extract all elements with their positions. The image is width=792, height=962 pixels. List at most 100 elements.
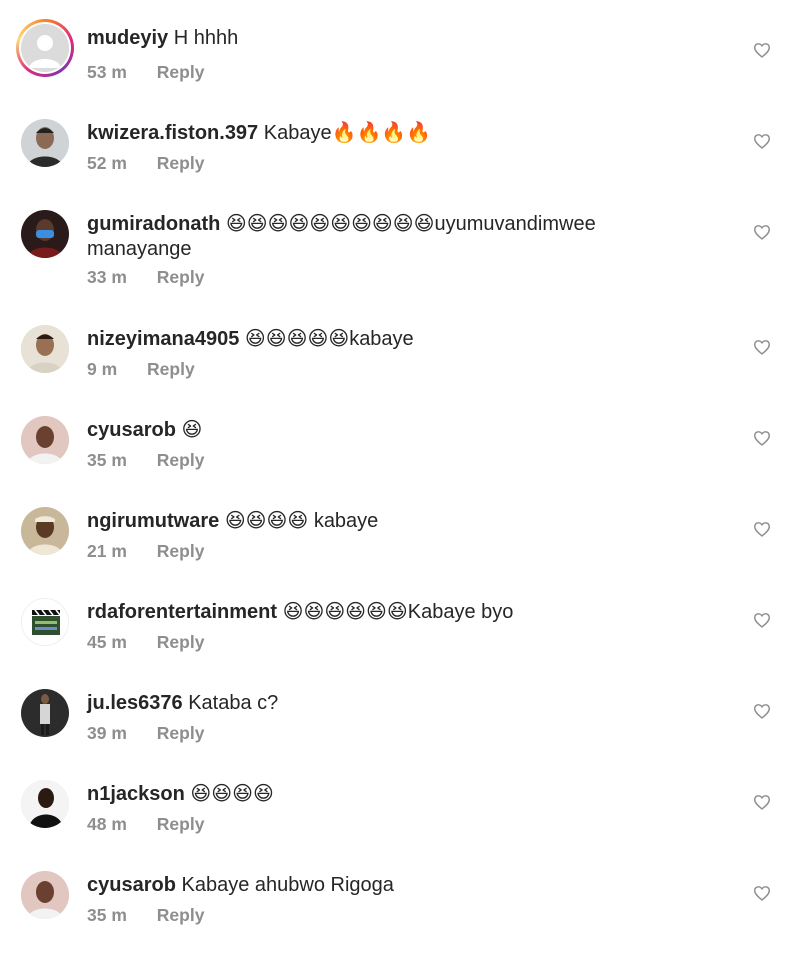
avatar[interactable] (21, 325, 69, 373)
heart-outline-icon[interactable] (753, 430, 771, 446)
comment-item: rdaforentertainment 😆😆😆😆😆😆Kabaye byo 45 … (0, 598, 792, 689)
comment-username[interactable]: kwizera.fiston.397 (87, 122, 258, 144)
comment-meta: 33 m Reply (87, 267, 204, 288)
fire-emoji: 🔥 (406, 122, 432, 144)
comment-meta: 35 m Reply (87, 450, 204, 471)
laughing-emoji: 😆 (211, 783, 233, 805)
laughing-emoji: 😆 (232, 783, 253, 805)
comment-username[interactable]: ngirumutware (87, 510, 219, 532)
fire-emoji: 🔥 (331, 122, 357, 144)
fire-emoji: 🔥 (381, 122, 407, 144)
heart-outline-icon[interactable] (753, 224, 771, 240)
comment-meta: 21 m Reply (87, 541, 204, 562)
comment-body: kabaye (313, 510, 379, 532)
user-photo-icon (21, 210, 69, 258)
heart-outline-icon[interactable] (753, 612, 771, 628)
comment-username[interactable]: n1jackson (87, 783, 185, 805)
laughing-emoji: 😆 (265, 328, 287, 350)
comment-meta: 9 m Reply (87, 359, 195, 380)
comment-meta: 39 m Reply (87, 723, 204, 744)
clapperboard-logo-icon (22, 599, 68, 645)
comment-text: cyusarob 😆 (87, 418, 722, 443)
comment-time: 39 m (87, 723, 127, 743)
reply-button[interactable]: Reply (157, 632, 205, 653)
comment-text: mudeyiy H hhhh (87, 26, 722, 51)
user-photo-icon (21, 780, 69, 828)
user-photo-icon (21, 689, 69, 737)
avatar[interactable] (21, 689, 69, 737)
avatar[interactable] (21, 24, 69, 72)
comment-username[interactable]: ju.les6376 (87, 692, 183, 714)
comment-username[interactable]: nizeyimana4905 (87, 328, 239, 350)
heart-outline-icon[interactable] (753, 42, 771, 58)
reply-button[interactable]: Reply (157, 153, 205, 174)
reply-button[interactable]: Reply (157, 450, 205, 471)
comment-time: 21 m (87, 541, 127, 561)
laughing-emoji: 😆 (345, 601, 367, 623)
comment-username[interactable]: cyusarob (87, 874, 176, 896)
comment-username[interactable]: rdaforentertainment (87, 601, 277, 623)
laughing-emoji: 😆 (307, 328, 329, 350)
avatar[interactable] (21, 119, 69, 167)
comment-text: cyusarob Kabaye ahubwo Rigoga (87, 873, 722, 898)
avatar[interactable] (21, 507, 69, 555)
comment-username[interactable]: mudeyiy (87, 27, 168, 49)
laughing-emoji: 😆 (413, 213, 435, 235)
comment-time: 35 m (87, 905, 127, 925)
comment-item: ju.les6376 Kataba c? 39 m Reply (0, 689, 792, 780)
user-photo-icon (21, 416, 69, 464)
reply-button[interactable]: Reply (157, 905, 205, 926)
laughing-emoji: 😆 (330, 213, 352, 235)
comment-item: n1jackson 😆😆😆😆 48 m Reply (0, 780, 792, 871)
laughing-emoji: 😆 (371, 213, 393, 235)
avatar[interactable] (21, 210, 69, 258)
comment-time: 35 m (87, 450, 127, 470)
reply-button[interactable]: Reply (157, 541, 205, 562)
heart-outline-icon[interactable] (753, 339, 771, 355)
comment-item: kwizera.fiston.397 Kabaye🔥🔥🔥🔥 52 m Reply (0, 119, 792, 210)
heart-outline-icon[interactable] (753, 703, 771, 719)
avatar[interactable] (21, 871, 69, 919)
laughing-emoji: 😆 (225, 213, 247, 235)
comment-item: cyusarob Kabaye ahubwo Rigoga 35 m Reply (0, 871, 792, 962)
comment-meta: 45 m Reply (87, 632, 204, 653)
comment-text: kwizera.fiston.397 Kabaye🔥🔥🔥🔥 (87, 121, 722, 146)
avatar[interactable] (21, 598, 69, 646)
comment-meta: 52 m Reply (87, 153, 204, 174)
comment-time: 45 m (87, 632, 127, 652)
laughing-emoji: 😆 (246, 213, 268, 235)
comment-text: ngirumutware 😆😆😆😆 kabaye (87, 509, 722, 534)
avatar[interactable] (21, 780, 69, 828)
reply-button[interactable]: Reply (147, 359, 195, 380)
laughing-emoji: 😆 (282, 601, 304, 623)
comment-username[interactable]: cyusarob (87, 419, 176, 441)
comment-meta: 35 m Reply (87, 905, 204, 926)
comment-username[interactable]: gumiradonath (87, 213, 220, 235)
comment-text: rdaforentertainment 😆😆😆😆😆😆Kabaye byo (87, 600, 722, 625)
user-photo-icon (21, 871, 69, 919)
user-photo-icon (21, 507, 69, 555)
heart-outline-icon[interactable] (753, 885, 771, 901)
laughing-emoji: 😆 (303, 601, 325, 623)
comment-body-line2: manayange (87, 238, 192, 260)
story-ring[interactable] (16, 19, 74, 77)
comment-meta: 53 m Reply (87, 62, 204, 83)
laughing-emoji: 😆 (287, 510, 309, 532)
user-photo-icon (21, 119, 69, 167)
default-avatar-icon (21, 24, 69, 72)
fire-emoji: 🔥 (356, 122, 382, 144)
comment-text: ju.les6376 Kataba c? (87, 691, 722, 716)
reply-button[interactable]: Reply (157, 723, 205, 744)
reply-button[interactable]: Reply (157, 814, 205, 835)
heart-outline-icon[interactable] (753, 521, 771, 537)
reply-button[interactable]: Reply (157, 62, 205, 83)
heart-outline-icon[interactable] (753, 133, 771, 149)
comment-item: ngirumutware 😆😆😆😆 kabaye 21 m Reply (0, 507, 792, 598)
comment-time: 33 m (87, 267, 127, 287)
heart-outline-icon[interactable] (753, 794, 771, 810)
reply-button[interactable]: Reply (157, 267, 205, 288)
laughing-emoji: 😆 (309, 213, 331, 235)
comment-item: gumiradonath 😆😆😆😆😆😆😆😆😆😆uyumuvandimwee ma… (0, 210, 792, 301)
avatar[interactable] (21, 416, 69, 464)
user-photo-icon (21, 325, 69, 373)
